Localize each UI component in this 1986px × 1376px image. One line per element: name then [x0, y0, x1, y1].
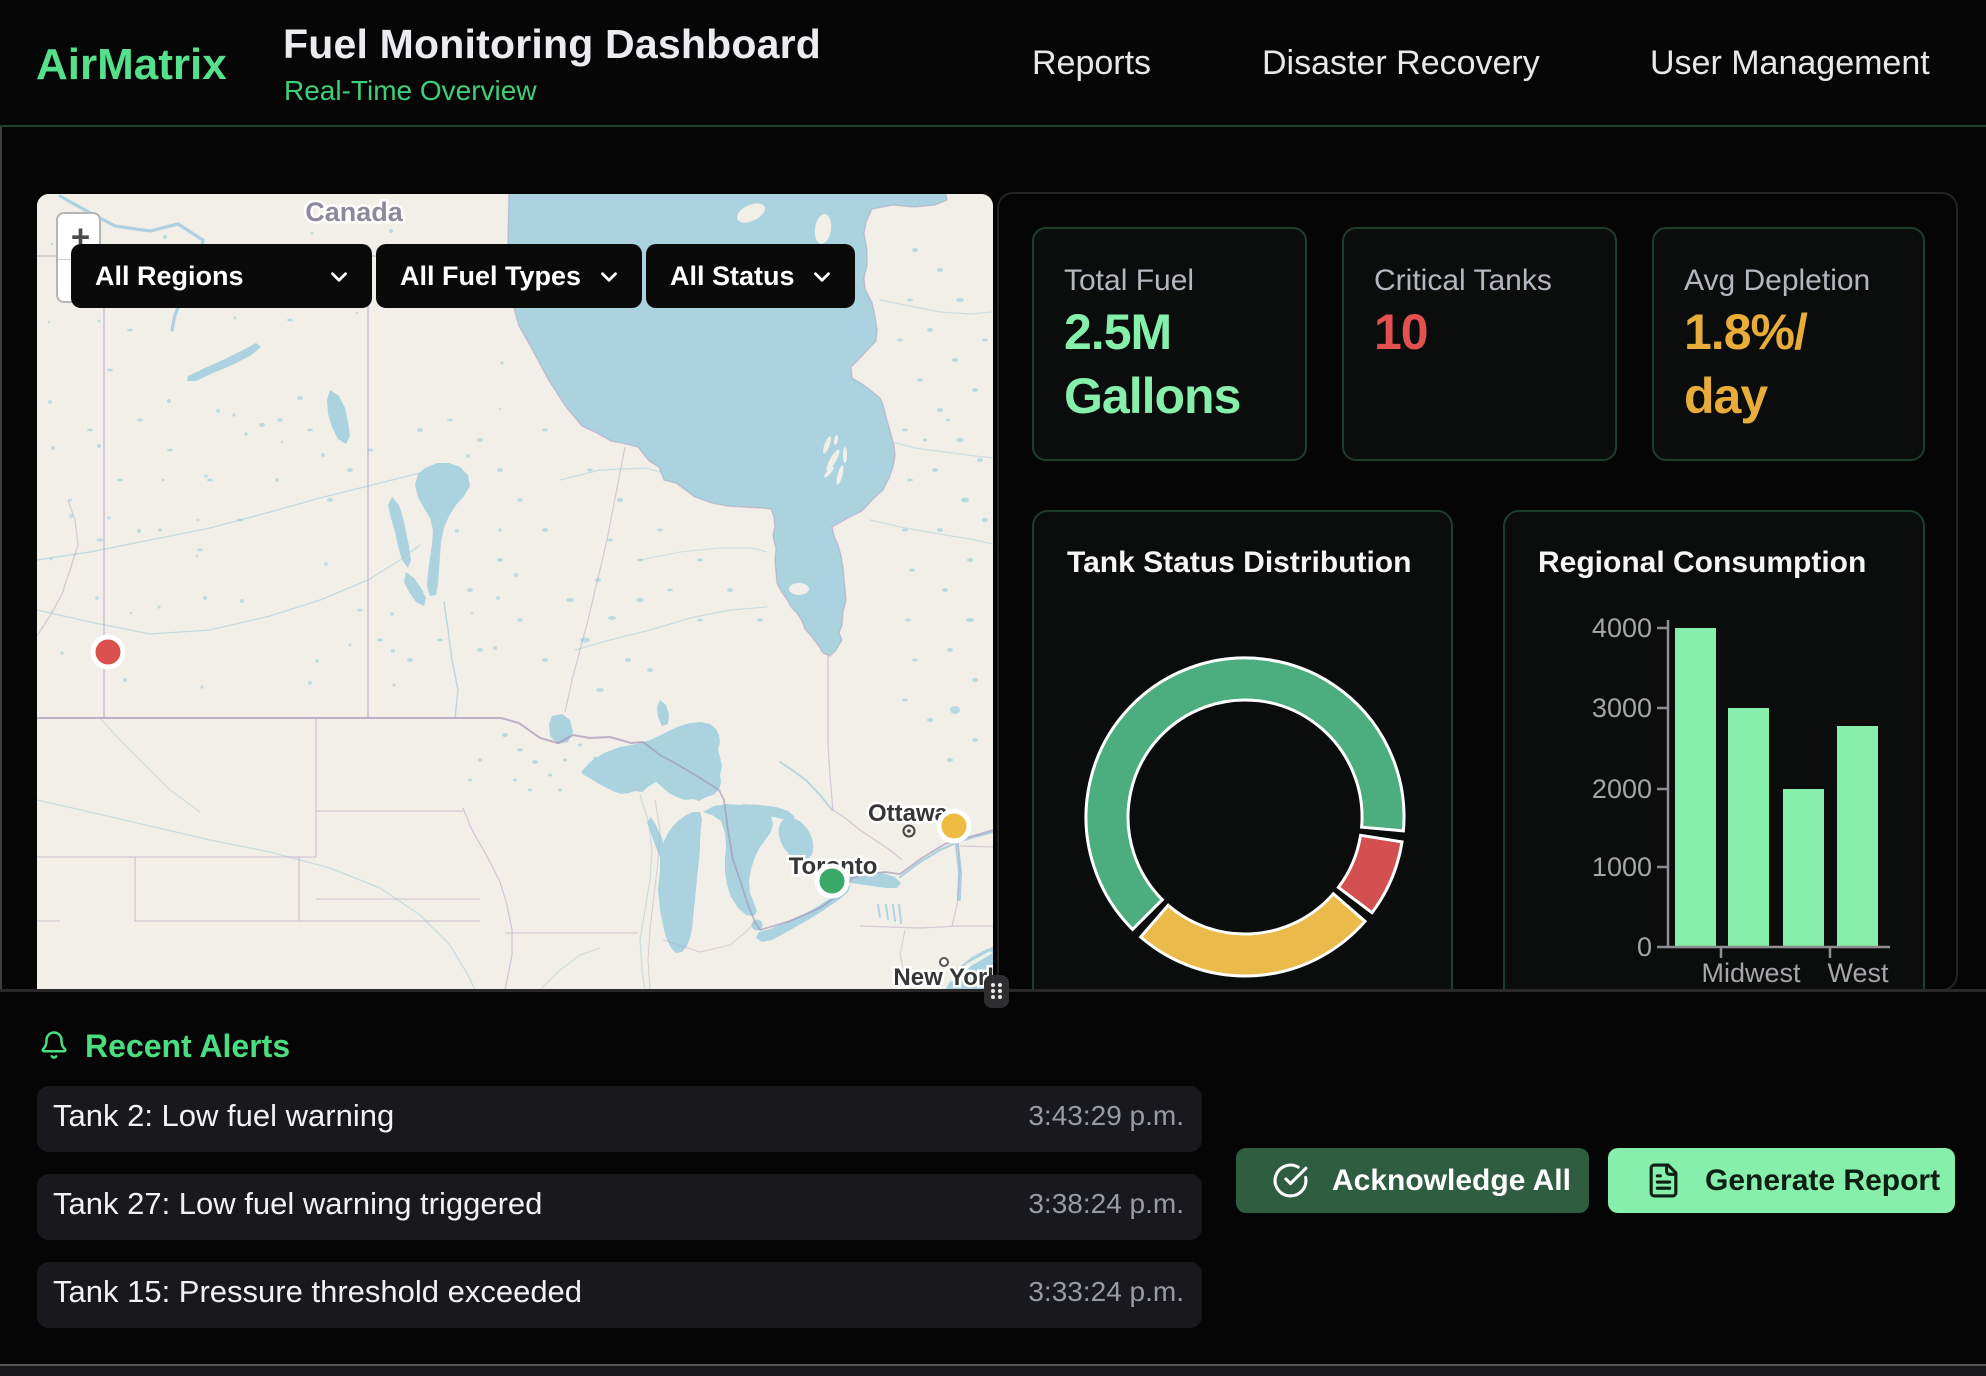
svg-text:2000: 2000: [1592, 774, 1652, 804]
svg-text:Ottawa: Ottawa: [868, 800, 949, 827]
svg-text:Midwest: Midwest: [1701, 958, 1801, 988]
svg-text:3000: 3000: [1592, 693, 1652, 723]
svg-text:West: West: [1827, 958, 1889, 988]
svg-text:4000: 4000: [1592, 613, 1652, 643]
svg-text:1000: 1000: [1592, 852, 1652, 882]
svg-text:0: 0: [1637, 932, 1652, 962]
svg-text:Canada: Canada: [305, 197, 404, 227]
svg-text:New York: New York: [893, 964, 993, 991]
